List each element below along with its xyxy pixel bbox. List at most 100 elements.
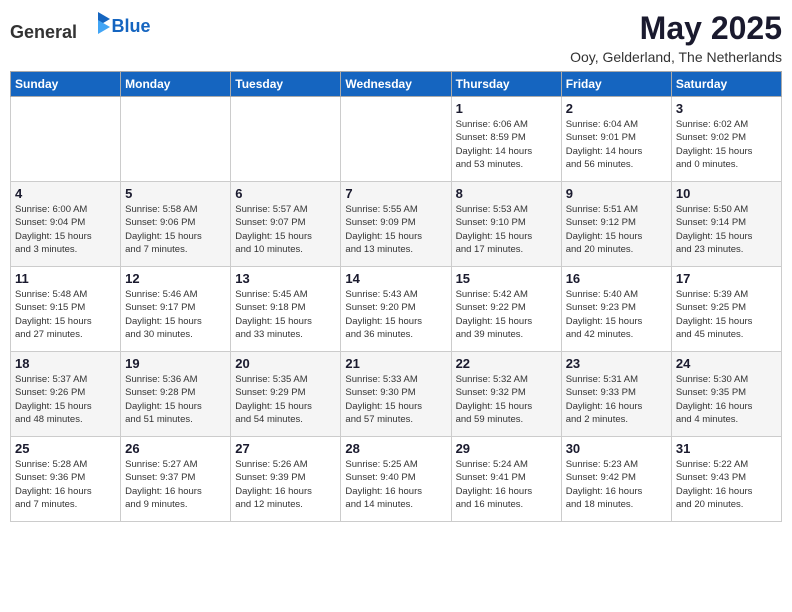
day-number: 1 <box>456 101 557 116</box>
day-number: 31 <box>676 441 777 456</box>
day-detail: Sunrise: 5:58 AM Sunset: 9:06 PM Dayligh… <box>125 203 226 256</box>
day-detail: Sunrise: 5:45 AM Sunset: 9:18 PM Dayligh… <box>235 288 336 341</box>
day-number: 18 <box>15 356 116 371</box>
calendar-cell: 19 Sunrise: 5:36 AM Sunset: 9:28 PM Dayli… <box>121 352 231 437</box>
day-detail: Sunrise: 5:24 AM Sunset: 9:41 PM Dayligh… <box>456 458 557 511</box>
day-detail: Sunrise: 5:50 AM Sunset: 9:14 PM Dayligh… <box>676 203 777 256</box>
day-detail: Sunrise: 5:39 AM Sunset: 9:25 PM Dayligh… <box>676 288 777 341</box>
calendar-cell: 6Sunrise: 5:57 AM Sunset: 9:07 PM Daylig… <box>231 182 341 267</box>
logo-flag-icon <box>84 10 112 38</box>
calendar-cell: 7 Sunrise: 5:55 AM Sunset: 9:09 PM Daylig… <box>341 182 451 267</box>
day-number: 2 <box>566 101 667 116</box>
weekday-header-friday: Friday <box>561 72 671 97</box>
day-detail: Sunrise: 5:22 AM Sunset: 9:43 PM Dayligh… <box>676 458 777 511</box>
weekday-header-monday: Monday <box>121 72 231 97</box>
calendar-cell: 22 Sunrise: 5:32 AM Sunset: 9:32 PM Dayli… <box>451 352 561 437</box>
weekday-header-wednesday: Wednesday <box>341 72 451 97</box>
day-detail: Sunrise: 5:53 AM Sunset: 9:10 PM Dayligh… <box>456 203 557 256</box>
day-number: 10 <box>676 186 777 201</box>
location-subtitle: Ooy, Gelderland, The Netherlands <box>570 49 782 65</box>
calendar-cell: 18 Sunrise: 5:37 AM Sunset: 9:26 PM Dayli… <box>11 352 121 437</box>
calendar-week-row: 25 Sunrise: 5:28 AM Sunset: 9:36 PM Dayli… <box>11 437 782 522</box>
weekday-header-tuesday: Tuesday <box>231 72 341 97</box>
day-number: 29 <box>456 441 557 456</box>
day-detail: Sunrise: 5:48 AM Sunset: 9:15 PM Dayligh… <box>15 288 116 341</box>
day-detail: Sunrise: 5:32 AM Sunset: 9:32 PM Dayligh… <box>456 373 557 426</box>
calendar-cell: 4 Sunrise: 6:00 AM Sunset: 9:04 PM Daylig… <box>11 182 121 267</box>
weekday-header-row: SundayMondayTuesdayWednesdayThursdayFrid… <box>11 72 782 97</box>
calendar-week-row: 1 Sunrise: 6:06 AM Sunset: 8:59 PM Daylig… <box>11 97 782 182</box>
day-number: 30 <box>566 441 667 456</box>
day-detail: Sunrise: 5:23 AM Sunset: 9:42 PM Dayligh… <box>566 458 667 511</box>
calendar-cell: 10 Sunrise: 5:50 AM Sunset: 9:14 PM Dayli… <box>671 182 781 267</box>
day-number: 20 <box>235 356 336 371</box>
day-detail: Sunrise: 5:43 AM Sunset: 9:20 PM Dayligh… <box>345 288 446 341</box>
calendar-cell: 13 Sunrise: 5:45 AM Sunset: 9:18 PM Dayli… <box>231 267 341 352</box>
day-number: 6 <box>235 186 336 201</box>
weekday-header-saturday: Saturday <box>671 72 781 97</box>
calendar-cell: 14 Sunrise: 5:43 AM Sunset: 9:20 PM Dayli… <box>341 267 451 352</box>
day-number: 24 <box>676 356 777 371</box>
day-number: 13 <box>235 271 336 286</box>
calendar-cell: 27 Sunrise: 5:26 AM Sunset: 9:39 PM Dayli… <box>231 437 341 522</box>
calendar-cell <box>341 97 451 182</box>
day-number: 8 <box>456 186 557 201</box>
weekday-header-thursday: Thursday <box>451 72 561 97</box>
day-number: 27 <box>235 441 336 456</box>
day-detail: Sunrise: 6:00 AM Sunset: 9:04 PM Dayligh… <box>15 203 116 256</box>
day-detail: Sunrise: 6:02 AM Sunset: 9:02 PM Dayligh… <box>676 118 777 171</box>
calendar-week-row: 18 Sunrise: 5:37 AM Sunset: 9:26 PM Dayli… <box>11 352 782 437</box>
day-number: 16 <box>566 271 667 286</box>
day-detail: Sunrise: 5:36 AM Sunset: 9:28 PM Dayligh… <box>125 373 226 426</box>
calendar-cell <box>121 97 231 182</box>
day-number: 19 <box>125 356 226 371</box>
title-block: May 2025 Ooy, Gelderland, The Netherland… <box>570 10 782 65</box>
day-detail: Sunrise: 5:33 AM Sunset: 9:30 PM Dayligh… <box>345 373 446 426</box>
day-detail: Sunrise: 5:28 AM Sunset: 9:36 PM Dayligh… <box>15 458 116 511</box>
day-number: 7 <box>345 186 446 201</box>
day-detail: Sunrise: 5:37 AM Sunset: 9:26 PM Dayligh… <box>15 373 116 426</box>
calendar-week-row: 11Sunrise: 5:48 AM Sunset: 9:15 PM Dayli… <box>11 267 782 352</box>
logo: General Blue <box>10 10 151 43</box>
calendar-cell: 3 Sunrise: 6:02 AM Sunset: 9:02 PM Daylig… <box>671 97 781 182</box>
calendar-cell: 29 Sunrise: 5:24 AM Sunset: 9:41 PM Dayli… <box>451 437 561 522</box>
day-number: 15 <box>456 271 557 286</box>
day-detail: Sunrise: 5:30 AM Sunset: 9:35 PM Dayligh… <box>676 373 777 426</box>
day-detail: Sunrise: 5:35 AM Sunset: 9:29 PM Dayligh… <box>235 373 336 426</box>
calendar-cell: 21Sunrise: 5:33 AM Sunset: 9:30 PM Dayli… <box>341 352 451 437</box>
day-number: 25 <box>15 441 116 456</box>
calendar-cell: 5Sunrise: 5:58 AM Sunset: 9:06 PM Daylig… <box>121 182 231 267</box>
day-detail: Sunrise: 5:42 AM Sunset: 9:22 PM Dayligh… <box>456 288 557 341</box>
calendar-cell: 8 Sunrise: 5:53 AM Sunset: 9:10 PM Daylig… <box>451 182 561 267</box>
logo-text-general: General <box>10 22 77 42</box>
month-year-title: May 2025 <box>570 10 782 47</box>
day-number: 9 <box>566 186 667 201</box>
day-number: 26 <box>125 441 226 456</box>
calendar-cell: 16 Sunrise: 5:40 AM Sunset: 9:23 PM Dayli… <box>561 267 671 352</box>
calendar-cell: 11Sunrise: 5:48 AM Sunset: 9:15 PM Dayli… <box>11 267 121 352</box>
day-detail: Sunrise: 5:46 AM Sunset: 9:17 PM Dayligh… <box>125 288 226 341</box>
day-detail: Sunrise: 5:27 AM Sunset: 9:37 PM Dayligh… <box>125 458 226 511</box>
calendar-cell: 9Sunrise: 5:51 AM Sunset: 9:12 PM Daylig… <box>561 182 671 267</box>
calendar-cell: 1 Sunrise: 6:06 AM Sunset: 8:59 PM Daylig… <box>451 97 561 182</box>
page-header: General Blue May 2025 Ooy, Gelderland, T… <box>10 10 782 65</box>
day-number: 4 <box>15 186 116 201</box>
calendar-cell: 17 Sunrise: 5:39 AM Sunset: 9:25 PM Dayli… <box>671 267 781 352</box>
calendar-cell <box>11 97 121 182</box>
calendar-cell: 28Sunrise: 5:25 AM Sunset: 9:40 PM Dayli… <box>341 437 451 522</box>
day-number: 14 <box>345 271 446 286</box>
day-detail: Sunrise: 5:55 AM Sunset: 9:09 PM Dayligh… <box>345 203 446 256</box>
day-number: 17 <box>676 271 777 286</box>
calendar-cell: 23 Sunrise: 5:31 AM Sunset: 9:33 PM Dayli… <box>561 352 671 437</box>
logo-text-blue: Blue <box>112 16 151 37</box>
day-number: 3 <box>676 101 777 116</box>
day-detail: Sunrise: 6:06 AM Sunset: 8:59 PM Dayligh… <box>456 118 557 171</box>
day-number: 22 <box>456 356 557 371</box>
calendar-cell: 25 Sunrise: 5:28 AM Sunset: 9:36 PM Dayli… <box>11 437 121 522</box>
day-detail: Sunrise: 5:25 AM Sunset: 9:40 PM Dayligh… <box>345 458 446 511</box>
day-detail: Sunrise: 5:31 AM Sunset: 9:33 PM Dayligh… <box>566 373 667 426</box>
day-number: 23 <box>566 356 667 371</box>
day-detail: Sunrise: 5:40 AM Sunset: 9:23 PM Dayligh… <box>566 288 667 341</box>
day-detail: Sunrise: 5:26 AM Sunset: 9:39 PM Dayligh… <box>235 458 336 511</box>
calendar-cell: 2Sunrise: 6:04 AM Sunset: 9:01 PM Daylig… <box>561 97 671 182</box>
